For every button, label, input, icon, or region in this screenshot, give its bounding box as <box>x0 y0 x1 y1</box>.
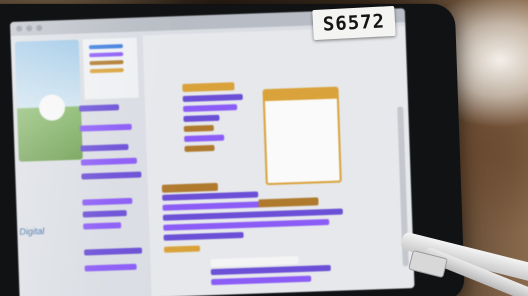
palette-block[interactable] <box>80 143 129 152</box>
palette-block[interactable] <box>81 171 142 180</box>
text-panel-header <box>264 88 337 102</box>
palette-block[interactable] <box>83 222 122 230</box>
code-block[interactable] <box>211 275 312 286</box>
palette-block[interactable] <box>83 247 143 256</box>
palette-block[interactable] <box>80 157 138 166</box>
code-block[interactable] <box>162 211 267 221</box>
category-item[interactable] <box>88 44 123 50</box>
code-block[interactable] <box>182 93 243 103</box>
sprite-icon <box>38 94 66 122</box>
palette-block[interactable] <box>82 197 133 206</box>
device-label-sticker: S6572 <box>312 5 396 41</box>
stage-caption: Digital <box>19 225 45 237</box>
stage-preview <box>14 39 83 162</box>
window-dot-icon <box>26 25 33 32</box>
event-block[interactable] <box>258 197 319 208</box>
event-block[interactable] <box>182 82 235 93</box>
window-dot-icon <box>16 25 23 32</box>
code-block[interactable] <box>183 104 238 113</box>
category-item[interactable] <box>89 68 124 74</box>
code-block[interactable] <box>163 245 201 253</box>
code-block[interactable] <box>184 134 225 142</box>
palette-block[interactable] <box>82 210 127 218</box>
category-item[interactable] <box>89 52 124 58</box>
code-workspace[interactable] <box>142 26 415 296</box>
code-block[interactable] <box>184 144 215 152</box>
code-block[interactable] <box>259 218 330 228</box>
code-block[interactable] <box>183 124 214 132</box>
code-block[interactable] <box>183 114 220 123</box>
text-panel[interactable] <box>262 86 342 186</box>
tablet-screen: Digital <box>10 8 415 296</box>
event-block[interactable] <box>161 182 219 193</box>
block-palette <box>75 97 152 296</box>
window-dot-icon <box>36 24 43 32</box>
palette-block[interactable] <box>78 104 120 112</box>
palette-block[interactable] <box>79 123 132 132</box>
category-item[interactable] <box>89 60 124 66</box>
code-block[interactable] <box>162 200 273 211</box>
code-block[interactable] <box>163 231 244 241</box>
code-block[interactable] <box>258 208 343 218</box>
code-block[interactable] <box>162 191 259 201</box>
palette-block[interactable] <box>84 263 137 272</box>
block-categories <box>82 37 139 100</box>
code-block[interactable] <box>210 256 299 268</box>
